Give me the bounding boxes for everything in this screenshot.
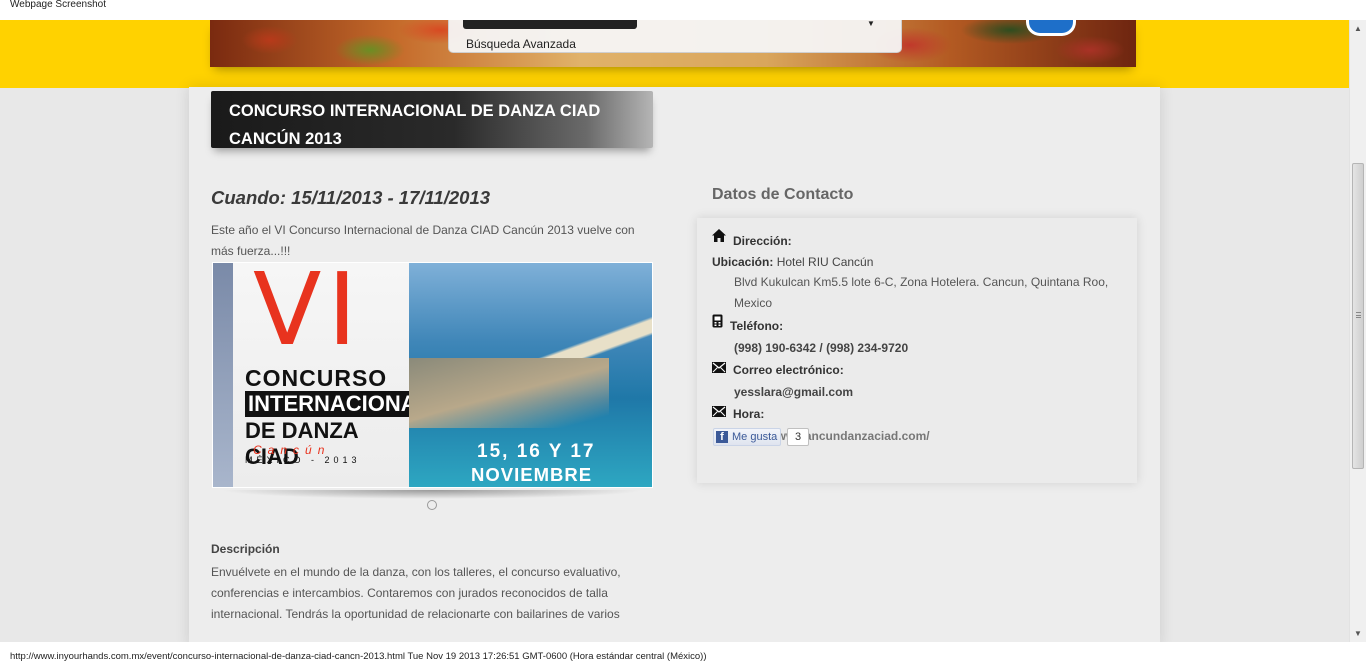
facebook-icon: f [716, 431, 728, 443]
chevron-down-icon[interactable]: ▼ [867, 20, 875, 28]
poster-strip [213, 263, 233, 487]
poster-line1: CONCURSO [245, 365, 388, 391]
address-value: Blvd Kukulcan Km5.5 lote 6-C, Zona Hotel… [734, 275, 1109, 310]
envelope-icon [712, 406, 726, 417]
facebook-like-button[interactable]: f Me gusta [713, 428, 781, 446]
page-title: CONCURSO INTERNACIONAL DE DANZA CIAD CAN… [229, 102, 601, 148]
email-value[interactable]: yesslara@gmail.com [734, 385, 853, 399]
search-input[interactable] [463, 20, 637, 29]
header-band: ▼ Búsqueda Avanzada [0, 20, 1349, 88]
hours-label: Hora: [733, 407, 765, 421]
phone-value: (998) 190-6342 / (998) 234-9720 [734, 341, 909, 355]
like-label: Me gusta [732, 431, 778, 443]
envelope-icon [712, 362, 726, 373]
scroll-down-icon[interactable]: ▼ [1354, 629, 1362, 638]
description-text: Envuélvete en el mundo de la danza, con … [211, 565, 621, 621]
screenshot-title: Webpage Screenshot [10, 0, 106, 10]
email-label: Correo electrónico: [733, 363, 844, 377]
grip-icon [1356, 312, 1361, 318]
phone-label: Teléfono: [730, 319, 784, 333]
poster-line2: INTERNACIONAL [245, 391, 434, 417]
poster-dates-month: NOVIEMBRE [471, 464, 593, 485]
description-label: Descripción [211, 542, 280, 556]
home-icon [712, 229, 726, 242]
contact-heading: Datos de Contacto [712, 186, 854, 203]
poster-roman: VI [253, 262, 363, 368]
loading-indicator-icon [427, 500, 437, 510]
location-label: Ubicación: [712, 255, 774, 269]
location-value: Hotel RIU Cancún [776, 255, 874, 269]
scroll-up-icon[interactable]: ▲ [1354, 24, 1362, 33]
event-poster[interactable]: VI CONCURSO INTERNACIONAL DE DANZA CIAD … [212, 262, 653, 488]
status-footer: http://www.inyourhands.com.mx/event/conc… [0, 642, 1366, 663]
vertical-scrollbar[interactable]: ▲ ▼ [1349, 20, 1366, 642]
phone-icon [712, 314, 723, 328]
poster-country-year: MÉXICO - 2013 [245, 455, 361, 465]
address-label: Dirección: [733, 234, 792, 248]
event-intro: Este año el VI Concurso Internacional de… [211, 223, 635, 258]
search-box: ▼ Búsqueda Avanzada [448, 20, 902, 53]
poster-left-panel: VI CONCURSO INTERNACIONAL DE DANZA CIAD … [213, 262, 434, 487]
like-count: 3 [787, 428, 809, 446]
brand-logo[interactable] [1026, 20, 1076, 36]
poster-coastline [409, 358, 609, 428]
poster-photo: 15, 16 Y 17 NOVIEMBRE [409, 263, 652, 487]
poster-dates-days: 15, 16 Y 17 [477, 441, 596, 462]
event-date: Cuando: 15/11/2013 - 17/11/2013 [211, 187, 491, 208]
scroll-thumb[interactable] [1352, 163, 1364, 469]
advanced-search-link[interactable]: Búsqueda Avanzada [466, 37, 576, 51]
event-title-bar: CONCURSO INTERNACIONAL DE DANZA CIAD CAN… [211, 91, 653, 148]
